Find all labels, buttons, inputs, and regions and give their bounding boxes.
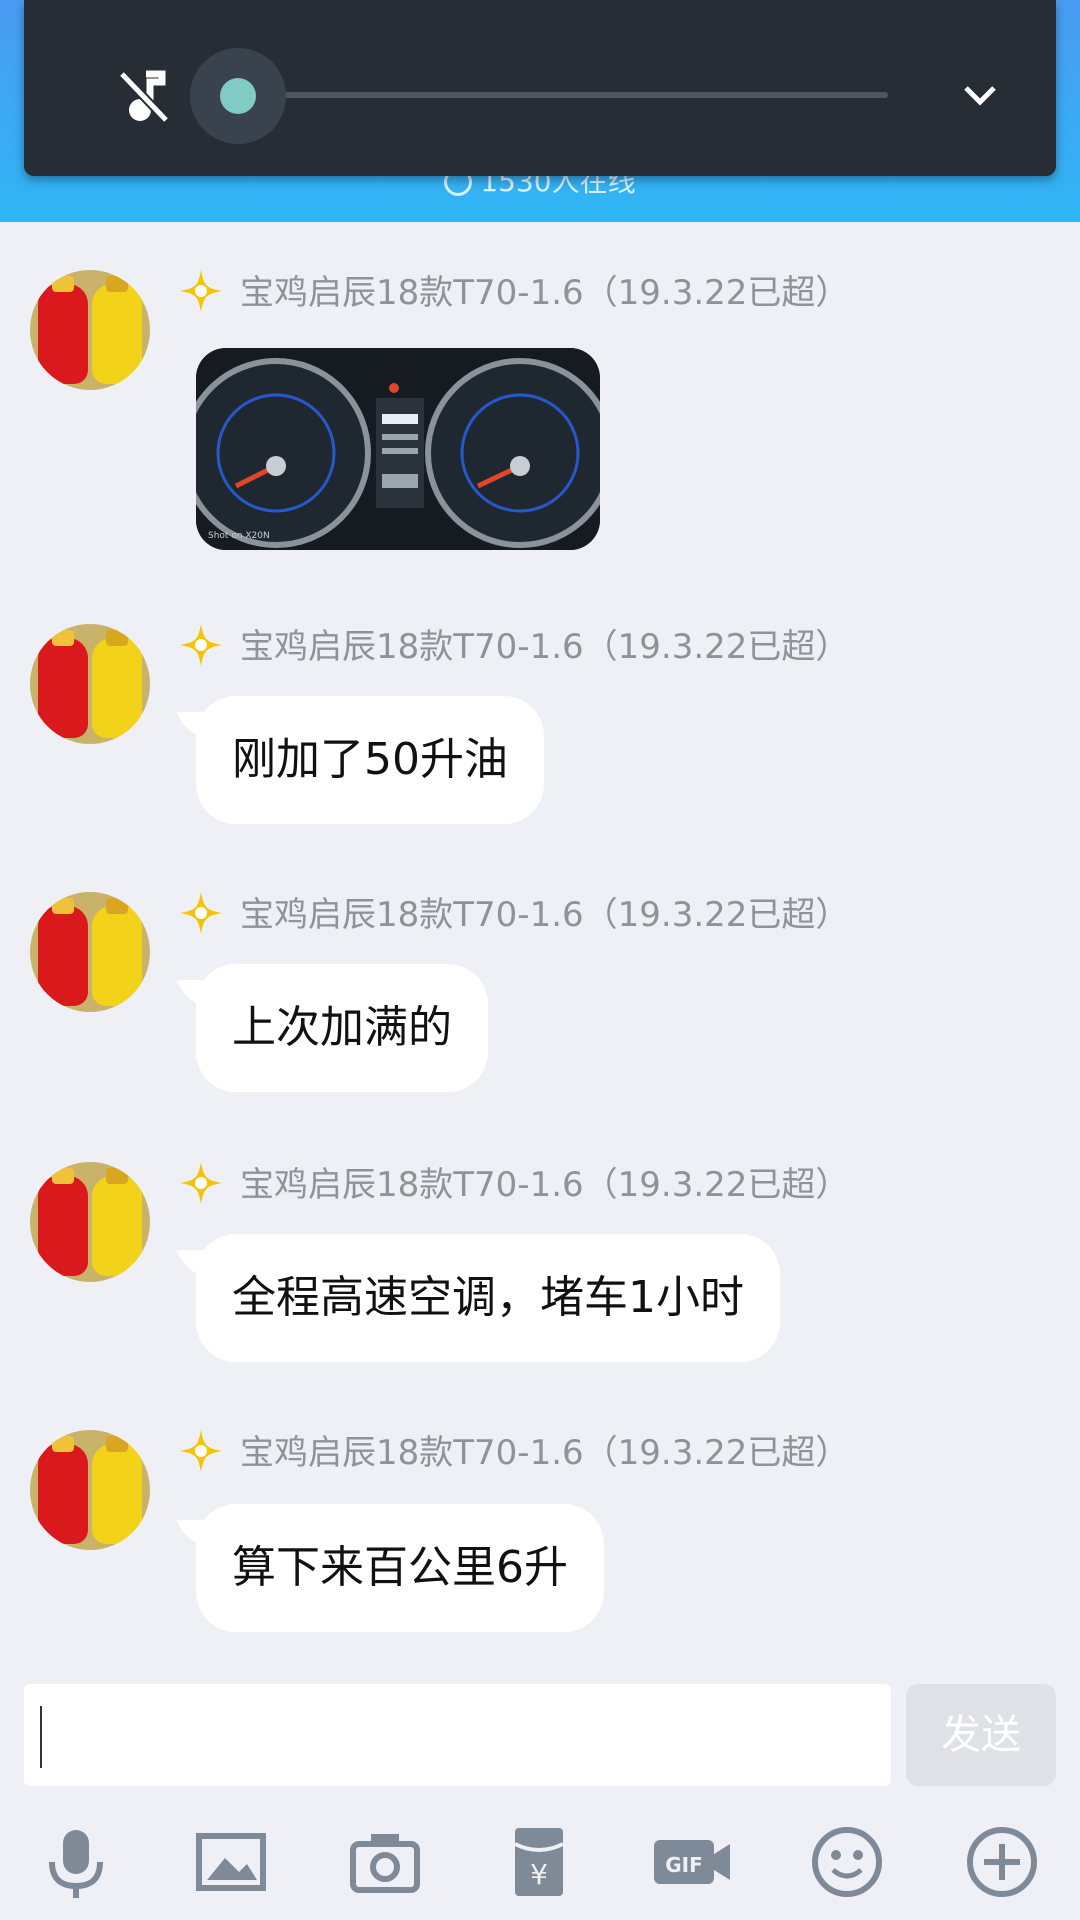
star-badge-icon bbox=[180, 1162, 222, 1204]
message-bubble[interactable]: 算下来百公里6升 bbox=[196, 1504, 604, 1632]
dashboard-photo[interactable]: Shot on X20N bbox=[196, 348, 600, 550]
sender-name: 宝鸡启辰18款T70-1.6（19.3.22已超） bbox=[178, 890, 849, 935]
music-progress-track[interactable] bbox=[256, 92, 888, 98]
message-bubble[interactable]: 上次加满的 bbox=[196, 964, 488, 1092]
gif-icon[interactable]: GIF bbox=[652, 1822, 732, 1902]
plus-icon[interactable] bbox=[962, 1822, 1042, 1902]
sender-name: 宝鸡启辰18款T70-1.6（19.3.22已超） bbox=[178, 1428, 849, 1473]
send-button[interactable]: 发送 bbox=[906, 1684, 1056, 1786]
photo-watermark: Shot on X20N bbox=[208, 531, 270, 541]
camera-icon[interactable] bbox=[345, 1822, 425, 1902]
gauge-cluster-image: Shot on X20N bbox=[196, 348, 600, 550]
music-off-icon[interactable] bbox=[116, 68, 172, 124]
star-badge-icon bbox=[180, 270, 222, 312]
message-input[interactable] bbox=[24, 1684, 891, 1786]
star-badge-icon bbox=[180, 892, 222, 934]
image-icon[interactable] bbox=[191, 1822, 271, 1902]
avatar[interactable] bbox=[30, 270, 150, 390]
red-packet-icon[interactable]: ¥ bbox=[499, 1822, 579, 1902]
star-badge-icon bbox=[180, 1430, 222, 1472]
emoji-icon[interactable] bbox=[807, 1822, 887, 1902]
input-toolbar: ¥ GIF bbox=[0, 1810, 1080, 1920]
music-player-popup bbox=[24, 0, 1056, 176]
microphone-icon[interactable] bbox=[36, 1822, 116, 1902]
avatar[interactable] bbox=[30, 1430, 150, 1550]
svg-text:¥: ¥ bbox=[530, 1858, 548, 1891]
message-bubble[interactable]: 刚加了50升油 bbox=[196, 696, 544, 824]
star-badge-icon bbox=[180, 624, 222, 666]
avatar[interactable] bbox=[30, 624, 150, 744]
chevron-down-icon[interactable] bbox=[960, 80, 1000, 110]
svg-text:GIF: GIF bbox=[665, 1853, 703, 1877]
avatar[interactable] bbox=[30, 1162, 150, 1282]
sender-name: 宝鸡启辰18款T70-1.6（19.3.22已超） bbox=[178, 622, 849, 667]
sender-name: 宝鸡启辰18款T70-1.6（19.3.22已超） bbox=[178, 268, 849, 313]
message-bubble[interactable]: 全程高速空调，堵车1小时 bbox=[196, 1234, 780, 1362]
avatar[interactable] bbox=[30, 892, 150, 1012]
sender-name: 宝鸡启辰18款T70-1.6（19.3.22已超） bbox=[178, 1160, 849, 1205]
music-progress-thumb[interactable] bbox=[220, 78, 256, 114]
text-cursor bbox=[40, 1706, 42, 1768]
